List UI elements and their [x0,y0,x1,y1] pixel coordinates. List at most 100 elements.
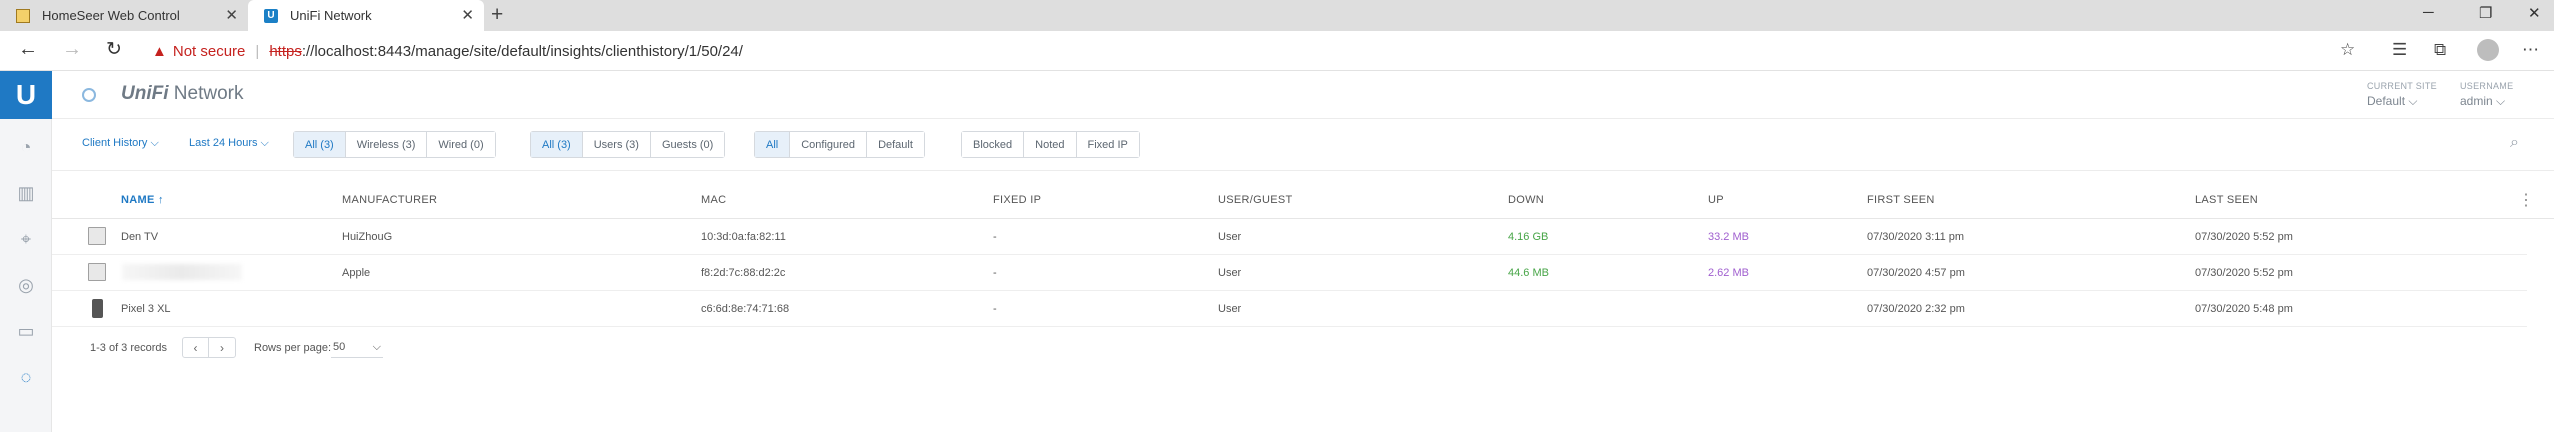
fixed-ip: - [993,267,997,279]
filter-configured[interactable]: Configured [790,132,868,157]
current-site-label: CURRENT SITE [2367,81,2437,91]
time-range-select[interactable]: Last 24 Hours ⌵ [189,137,269,150]
restore-icon[interactable]: ❐ [2479,4,2492,22]
column-first-seen[interactable]: FIRST SEEN [1867,194,1935,206]
close-window-icon[interactable]: ✕ [2528,4,2541,22]
close-icon[interactable]: ✕ [225,6,238,24]
search-icon[interactable]: ⌕ [2510,134,2519,152]
chevron-right-icon[interactable]: › [209,338,235,357]
unifi-logo[interactable]: U [0,71,52,119]
map-icon[interactable]: ⌖ [14,227,38,251]
column-mac[interactable]: MAC [701,194,726,206]
devices-icon[interactable]: ◎ [14,273,38,297]
minimize-icon[interactable]: ─ [2423,4,2434,21]
close-icon[interactable]: ✕ [461,6,474,24]
status-icon[interactable] [82,88,96,102]
url-text: ://localhost:8443/manage/site/default/in… [301,42,743,60]
filter-all-config[interactable]: All [755,132,791,157]
profile-avatar[interactable] [2477,39,2499,61]
insights-icon[interactable]: ◌ [14,365,38,389]
fixed-ip: - [993,231,997,243]
favorites-icon[interactable]: ☰ [2392,40,2407,60]
collections-icon[interactable]: ⧉ [2434,40,2446,60]
column-fixed-ip[interactable]: FIXED IP [993,194,1041,206]
manufacturer: Apple [342,267,371,279]
clients-icon[interactable]: ▭ [14,319,38,343]
client-name[interactable]: Pixel 3 XL [121,303,171,315]
security-status[interactable]: Not secure [173,43,246,60]
filter-noted[interactable]: Noted [1024,132,1077,157]
chevron-down-icon: ⌵ [150,137,159,149]
last-seen: 07/30/2020 5:52 pm [2195,231,2293,243]
column-manufacturer[interactable]: MANUFACTURER [342,194,437,206]
column-last-seen[interactable]: LAST SEEN [2195,194,2258,206]
filter-guests[interactable]: Guests (0) [650,132,725,157]
column-options-icon[interactable]: ⋮ [2518,190,2534,210]
reload-icon[interactable]: ↻ [106,38,122,61]
filter-all-types[interactable]: All (3) [531,132,583,157]
column-up[interactable]: UP [1708,194,1724,206]
redacted-name [122,264,242,280]
tab-unifi[interactable]: U UniFi Network ✕ [248,0,484,31]
filter-users[interactable]: Users (3) [582,132,651,157]
column-user-guest[interactable]: USER/GUEST [1218,194,1293,206]
status-filter: Blocked Noted Fixed IP [961,131,1140,158]
filter-default[interactable]: Default [867,132,924,157]
type-filter: All (3) Users (3) Guests (0) [530,131,726,158]
more-icon[interactable]: ⋯ [2522,40,2539,60]
user-guest: User [1218,303,1242,315]
table-header: NAME ↑ MANUFACTURER MAC FIXED IP USER/GU… [52,181,2554,219]
back-icon[interactable]: ← [18,38,38,61]
first-seen: 07/30/2020 2:32 pm [1867,303,1965,315]
table-row[interactable]: Pixel 3 XL c6:6d:8e:74:71:68 - User 07/3… [52,291,2527,327]
view-select[interactable]: Client History ⌵ [82,137,159,150]
upload: 33.2 MB [1708,231,1749,243]
tab-homeseer[interactable]: HomeSeer Web Control ✕ [0,0,248,31]
filter-fixed-ip[interactable]: Fixed IP [1076,132,1139,157]
mac-address: f8:2d:7c:88:d2:2c [701,267,786,279]
filter-toolbar: Client History ⌵ Last 24 Hours ⌵ All (3)… [52,119,2554,171]
rows-per-page-select[interactable]: 50 ⌵ [331,337,383,358]
url-scheme: https [269,42,302,60]
client-name[interactable]: Den TV [121,231,158,243]
rows-per-page-label: Rows per page: [254,342,332,354]
url-field[interactable]: ▲ Not secure | https ://localhost:8443/m… [152,37,743,65]
table-row[interactable]: Den TV HuiZhouG 10:3d:0a:fa:82:11 - User… [52,219,2527,255]
sort-arrow-icon: ↑ [157,194,164,206]
dashboard-icon[interactable]: ◔ [14,135,38,159]
pagination: 1-3 of 3 records ‹ › Rows per page: 50 ⌵ [52,336,652,366]
chevron-down-icon: ⌵ [372,340,381,353]
filter-wired[interactable]: Wired (0) [427,132,495,157]
warning-icon: ▲ [152,42,167,60]
chevron-left-icon[interactable]: ‹ [183,338,209,357]
address-bar: ← → ↻ ▲ Not secure | https ://localhost:… [0,31,2554,71]
column-name[interactable]: NAME ↑ [121,194,164,206]
user-guest: User [1218,231,1242,243]
config-filter: All Configured Default [754,131,925,158]
user-guest: User [1218,267,1242,279]
mac-address: c6:6d:8e:74:71:68 [701,303,790,315]
chevron-down-icon: ⌵ [260,137,269,149]
new-tab-icon[interactable]: + [491,3,503,27]
brand-logo: UniFi Network [121,83,244,104]
statistics-icon[interactable]: ▥ [14,181,38,205]
manufacturer: HuiZhouG [342,231,393,243]
current-site[interactable]: CURRENT SITE Default ⌵ [2367,81,2437,109]
first-seen: 07/30/2020 4:57 pm [1867,267,1965,279]
filter-all-connections[interactable]: All (3) [294,132,346,157]
user-menu[interactable]: USERNAME admin ⌵ [2460,81,2513,109]
upload: 2.62 MB [1708,267,1749,279]
last-seen: 07/30/2020 5:48 pm [2195,303,2293,315]
download: 44.6 MB [1508,267,1549,279]
filter-blocked[interactable]: Blocked [962,132,1025,157]
column-down[interactable]: DOWN [1508,194,1544,206]
current-site-value: Default [2367,94,2406,108]
forward-icon[interactable]: → [62,38,82,61]
app-header: UniFi Network CURRENT SITE Default ⌵ USE… [52,71,2554,119]
filter-wireless[interactable]: Wireless (3) [345,132,428,157]
download: 4.16 GB [1508,231,1549,243]
table-row[interactable]: Apple f8:2d:7c:88:d2:2c - User 44.6 MB 2… [52,255,2527,291]
star-icon[interactable]: ☆ [2340,40,2355,60]
tv-icon [88,263,106,281]
fixed-ip: - [993,303,997,315]
